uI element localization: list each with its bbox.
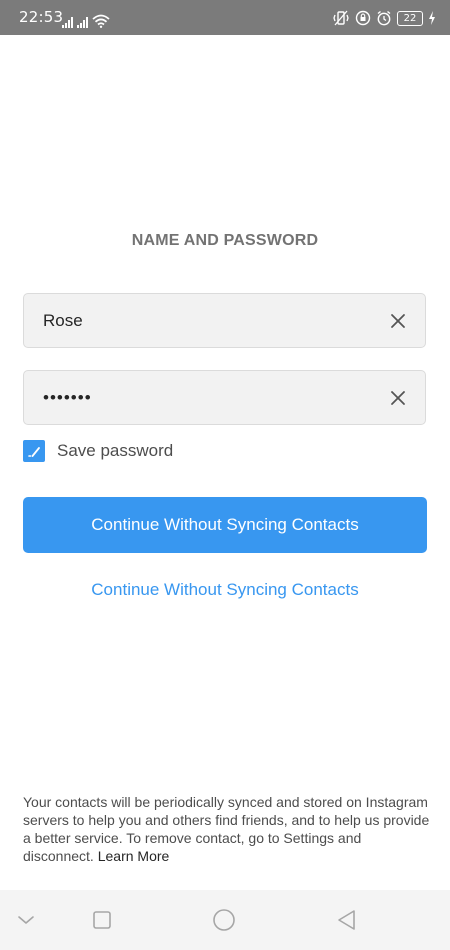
continue-without-syncing-link[interactable]: Continue Without Syncing Contacts	[0, 580, 450, 600]
system-nav-bar	[0, 890, 450, 950]
home-icon[interactable]	[212, 908, 236, 932]
status-left-icons	[62, 12, 110, 28]
checkmark-icon	[28, 447, 40, 457]
alarm-icon	[377, 10, 391, 26]
close-icon[interactable]	[388, 311, 408, 331]
learn-more-link[interactable]: Learn More	[98, 848, 170, 864]
close-icon[interactable]	[388, 388, 408, 408]
name-field[interactable]: Rose	[23, 293, 426, 348]
save-password-row[interactable]: Save password	[23, 440, 173, 462]
lock-rotation-icon	[355, 10, 371, 26]
charging-icon	[429, 11, 435, 25]
battery-icon: 22	[397, 10, 423, 26]
signal-icon	[62, 16, 73, 28]
password-value: •••••••	[43, 388, 92, 407]
name-value: Rose	[43, 311, 83, 330]
back-icon[interactable]	[335, 908, 359, 932]
save-password-label: Save password	[57, 441, 174, 460]
password-field[interactable]: •••••••	[23, 370, 426, 425]
page-title: NAME AND PASSWORD	[131, 232, 319, 249]
status-right-icons: 22	[332, 9, 436, 27]
disclaimer-text: Your contacts will be periodically synce…	[23, 794, 430, 864]
save-password-checkbox[interactable]	[23, 440, 45, 462]
status-bar: 22:53 22	[0, 0, 450, 35]
status-time: 22:53	[19, 8, 64, 26]
recents-icon[interactable]	[90, 908, 114, 932]
continue-without-syncing-button[interactable]: Continue Without Syncing Contacts	[23, 497, 427, 553]
chevron-down-icon[interactable]	[14, 908, 38, 932]
signal-icon	[77, 16, 88, 28]
wifi-icon	[92, 14, 110, 28]
vibrate-icon	[333, 10, 349, 26]
contacts-sync-disclaimer: Your contacts will be periodically synce…	[23, 793, 433, 865]
